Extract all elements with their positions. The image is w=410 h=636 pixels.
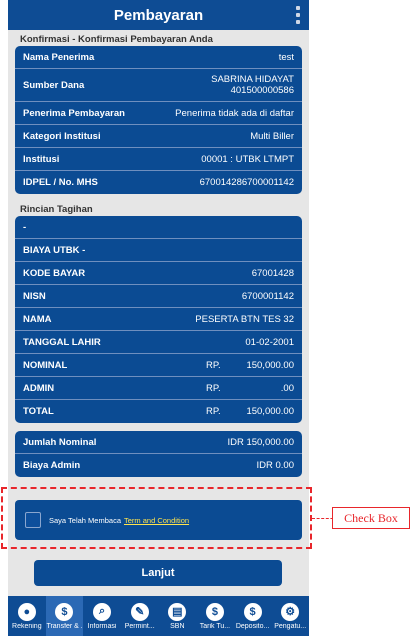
row-amount: RP. 150,000.00 [206,406,294,417]
summary-card: Jumlah Nominal IDR 150,000.00 Biaya Admi… [15,431,302,477]
row-value: 01-02-2001 [245,336,294,348]
lanjut-button[interactable]: Lanjut [34,560,282,586]
app-header: Pembayaran [8,0,309,30]
row-label: IDPEL / No. MHS [23,177,98,188]
row-label: Kategori Institusi [23,130,101,142]
page-title: Pembayaran [113,6,204,24]
rincian-section-label: Rincian Tagihan [20,204,93,215]
bill-row: ADMIN RP. .00 [15,377,302,400]
nav-item-deposito[interactable]: $ Deposito... [234,596,272,636]
row-label: ADMIN [23,382,55,394]
bill-row: KODE BAYAR 67001428 [15,262,302,285]
row-label: - [23,221,27,233]
nav-label: Permint... [124,622,155,630]
confirm-row: Penerima Pembayaran Penerima tidak ada d… [15,102,302,125]
nav-item-pengaturan[interactable]: ⚙ Pengatu... [271,596,309,636]
summary-row: Biaya Admin IDR 0.00 [15,454,302,477]
confirm-row: Institusi 00001 : UTBK LTMPT [15,148,302,171]
row-label: Jumlah Nominal [23,436,97,448]
row-label: NAMA [23,313,52,325]
row-value: 670014286700001142 [199,177,294,188]
nav-label: Rekening [12,622,42,630]
confirm-card: Nama Penerima test Sumber Dana SABRINA H… [15,46,302,194]
row-value: Penerima tidak ada di daftar [175,107,294,119]
bill-row: TOTAL RP. 150,000.00 [15,400,302,423]
more-menu-icon[interactable] [295,6,301,24]
summary-row: Jumlah Nominal IDR 150,000.00 [15,431,302,454]
row-value: Multi Biller [250,130,294,142]
bill-row: - [15,216,302,239]
document-icon: ▤ [168,602,187,621]
amount: 150,000.00 [246,406,294,417]
source-name: SABRINA HIDAYAT [211,74,294,85]
row-label: NISN [23,290,46,302]
row-value: 67001428 [251,267,294,279]
row-label: Nama Penerima [23,51,95,63]
row-label: Institusi [23,153,60,165]
deposit-icon: $ [243,602,262,621]
confirm-row: Sumber Dana SABRINA HIDAYAT 401500000586 [15,69,302,102]
row-label: Biaya Admin [23,460,81,471]
checkbox-callout: Check Box [332,507,410,529]
amount: .00 [280,382,294,394]
row-value: SABRINA HIDAYAT 401500000586 [211,74,294,96]
row-label: KODE BAYAR [23,267,86,279]
row-label: TANGGAL LAHIR [23,336,101,348]
bill-row: NISN 6700001142 [15,285,302,308]
nav-label: Tarik Tu... [199,622,231,630]
nav-item-informasi[interactable]: ⌕ Informasi [83,596,121,636]
row-value: PESERTA BTN TES 32 [195,313,294,325]
account-icon: ● [17,602,36,621]
row-label: NOMINAL [23,359,68,371]
row-value: IDR 150,000.00 [227,436,294,448]
bill-row: TANGGAL LAHIR 01-02-2001 [15,331,302,354]
nav-item-sbn[interactable]: ▤ SBN [159,596,197,636]
currency: RP. [206,406,221,417]
request-icon: ✎ [130,602,149,621]
amount: 150,000.00 [246,359,294,371]
checkbox-highlight [1,487,312,549]
row-label: Penerima Pembayaran [23,107,125,119]
confirm-row: Kategori Institusi Multi Biller [15,125,302,148]
gear-icon: ⚙ [281,602,300,621]
nav-label: Pengatu... [274,622,307,630]
confirm-row: IDPEL / No. MHS 670014286700001142 [15,171,302,194]
rincian-card: - BIAYA UTBK - KODE BAYAR 67001428 NISN … [15,216,302,423]
bottom-nav: ● Rekening $ Transfer & ... ⌕ Informasi … [8,596,309,636]
bill-row: NAMA PESERTA BTN TES 32 [15,308,302,331]
nav-label: Informasi [87,622,117,630]
row-amount: RP. .00 [206,383,294,394]
row-value: 6700001142 [241,290,294,302]
nav-item-permintaan[interactable]: ✎ Permint... [121,596,159,636]
row-value: 00001 : UTBK LTMPT [201,153,294,165]
withdraw-icon: $ [205,602,224,621]
source-account: 401500000586 [230,85,294,96]
nav-item-transfer[interactable]: $ Transfer & ... [45,596,84,636]
row-label: BIAYA UTBK - [23,244,86,256]
bill-row: BIAYA UTBK - [15,239,302,262]
nav-item-rekening[interactable]: ● Rekening [8,596,46,636]
row-value: IDR 0.00 [256,460,295,471]
row-value: test [278,51,294,63]
row-amount: RP. 150,000.00 [206,360,294,371]
search-icon: ⌕ [93,602,112,621]
row-label: Sumber Dana [23,79,85,91]
bill-row: NOMINAL RP. 150,000.00 [15,354,302,377]
nav-label: Transfer & ... [46,622,82,630]
currency: RP. [206,382,221,394]
nav-item-tarik-tunai[interactable]: $ Tarik Tu... [196,596,234,636]
transfer-icon: $ [55,602,74,621]
row-label: TOTAL [23,406,54,417]
currency: RP. [206,359,221,371]
confirm-row: Nama Penerima test [15,46,302,69]
nav-label: SBN [170,622,185,630]
nav-label: Deposito... [235,622,270,630]
confirm-section-label: Konfirmasi - Konfirmasi Pembayaran Anda [20,34,213,45]
